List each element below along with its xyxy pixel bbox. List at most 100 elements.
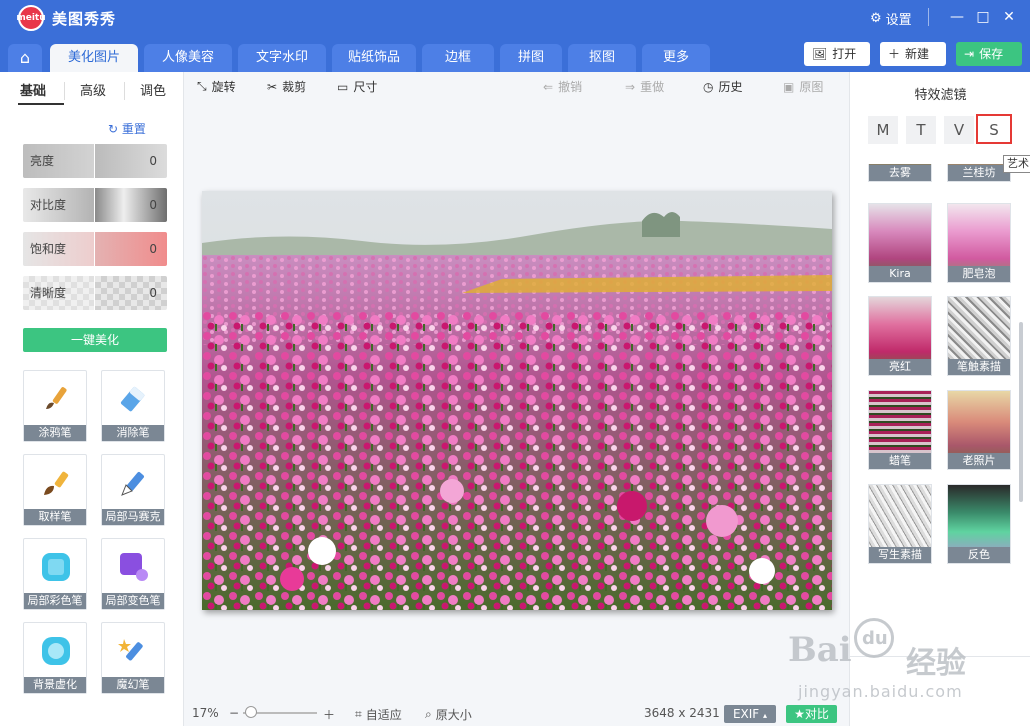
local-color-pen-tool[interactable]: 局部彩色笔: [23, 538, 87, 610]
rotate-button[interactable]: ⤡ 旋转: [197, 78, 236, 95]
crop-label: 裁剪: [282, 80, 307, 94]
filter-label: 兰桂坊: [948, 165, 1010, 181]
title-bar: meitu 美图秀秀 ⚙ 设置 — □ ✕: [0, 0, 1030, 36]
open-label: 打开: [832, 47, 857, 61]
tool-label: 消除笔: [102, 425, 164, 441]
crop-button[interactable]: ✂ 裁剪: [267, 78, 306, 95]
saturation-slider[interactable]: 饱和度 0: [23, 232, 167, 266]
new-button[interactable]: ＋ 新建: [880, 42, 946, 66]
filter-old-photo[interactable]: 老照片: [947, 390, 1011, 470]
tab-collage[interactable]: 拼图: [500, 44, 562, 72]
contrast-slider[interactable]: 对比度 0: [23, 188, 167, 222]
magic-pen-tool[interactable]: 魔幻笔: [101, 622, 165, 694]
tab-portrait[interactable]: 人像美容: [144, 44, 232, 72]
tab-stickers[interactable]: 贴纸饰品: [332, 44, 416, 72]
filter-bright-red[interactable]: 亮红: [868, 296, 932, 376]
fit-button[interactable]: ⌗ 自适应: [355, 706, 402, 723]
one-click-beautify-button[interactable]: 一键美化: [23, 328, 167, 352]
tab-basic[interactable]: 基础: [20, 80, 46, 99]
zoom-in-icon[interactable]: ＋: [323, 706, 335, 723]
filter-kira[interactable]: Kira: [868, 203, 932, 283]
filter-grid: 去雾 兰桂坊 Kira 肥皂泡 亮红 笔触素描 蜡笔 老照片 写生素描 反色: [850, 164, 1030, 656]
filter-dehaze[interactable]: 去雾: [868, 164, 932, 182]
filter-soap-bubble[interactable]: 肥皂泡: [947, 203, 1011, 283]
home-icon[interactable]: ⌂: [8, 44, 42, 72]
sharpness-slider[interactable]: 清晰度 0: [23, 276, 167, 310]
brightness-slider[interactable]: 亮度 0: [23, 144, 167, 178]
app-window: meitu 美图秀秀 ⚙ 设置 — □ ✕ ⌂ 美化图片 人像美容 文字水印 贴…: [0, 0, 1030, 726]
history-button[interactable]: ◷ 历史: [703, 78, 743, 95]
recolor-pen-icon: [120, 553, 148, 581]
logo-text: meitu: [16, 13, 46, 23]
fit-label: 自适应: [365, 708, 402, 722]
scissors-icon: ✂: [267, 79, 278, 94]
filter-stroke-sketch[interactable]: 笔触素描: [947, 296, 1011, 376]
local-mosaic-tool[interactable]: 局部马赛克: [101, 454, 165, 526]
tab-frames[interactable]: 边框: [422, 44, 494, 72]
filter-crayon[interactable]: 蜡笔: [868, 390, 932, 470]
open-button[interactable]: 🖼 打开: [804, 42, 870, 66]
eraser-pen-tool[interactable]: 消除笔: [101, 370, 165, 442]
filter-lankwaifong[interactable]: 兰桂坊: [947, 164, 1011, 182]
doodle-pen-tool[interactable]: 涂鸦笔: [23, 370, 87, 442]
settings-button[interactable]: ⚙ 设置: [870, 9, 912, 28]
tab-cutout[interactable]: 抠图: [568, 44, 636, 72]
filter-scrollbar[interactable]: [1019, 322, 1023, 502]
local-recolor-pen-tool[interactable]: 局部变色笔: [101, 538, 165, 610]
category-m[interactable]: M: [868, 116, 898, 144]
app-title: 美图秀秀: [52, 10, 117, 28]
original-button[interactable]: ▣ 原图: [783, 78, 823, 95]
filter-label: 去雾: [869, 165, 931, 181]
fit-icon: ⌗: [355, 707, 362, 721]
watermark-cn: 经验: [906, 646, 966, 681]
zoom-out-icon[interactable]: −: [229, 706, 239, 720]
rotate-icon: ⤡: [197, 79, 207, 93]
category-v[interactable]: V: [944, 116, 974, 144]
tab-advanced[interactable]: 高级: [80, 80, 106, 99]
magic-pen-icon: [118, 639, 143, 661]
image-icon: 🖼: [812, 47, 828, 61]
tab-text-watermark[interactable]: 文字水印: [238, 44, 326, 72]
filter-label: Kira: [869, 266, 931, 282]
watermark-url: jingyan.baidu.com: [798, 682, 963, 701]
app-logo: meitu: [16, 5, 46, 31]
minimize-icon[interactable]: —: [948, 8, 966, 26]
filter-invert[interactable]: 反色: [947, 484, 1011, 564]
arrow-left-icon: ⇐: [543, 79, 554, 94]
undo-button[interactable]: ⇐ 撤销: [543, 78, 582, 95]
slider-label: 亮度: [23, 144, 95, 178]
edit-toolbar: ⤡ 旋转 ✂ 裁剪 ▭ 尺寸 ⇐ 撤销 ⇒ 重做 ◷ 历史 ▣ 原图: [185, 72, 848, 102]
redo-button[interactable]: ⇒ 重做: [625, 78, 664, 95]
filter-label: 肥皂泡: [948, 266, 1010, 282]
maximize-icon[interactable]: □: [974, 8, 992, 26]
actual-size-button[interactable]: ⌕ 原大小: [425, 706, 472, 723]
slider-value: 0: [149, 198, 157, 212]
reset-button[interactable]: ↻ 重置: [108, 120, 146, 137]
zoom-slider-handle[interactable]: [245, 706, 257, 718]
category-t[interactable]: T: [906, 116, 936, 144]
category-s[interactable]: S: [976, 114, 1012, 144]
watermark-du: du: [862, 628, 888, 649]
slider-handle[interactable]: [94, 144, 95, 178]
tab-more[interactable]: 更多: [642, 44, 710, 72]
gear-icon: ⚙: [870, 11, 882, 26]
tool-label: 魔幻笔: [102, 677, 164, 693]
background-blur-tool[interactable]: 背景虚化: [23, 622, 87, 694]
zoom-level: 17%: [192, 706, 219, 720]
close-icon[interactable]: ✕: [1000, 8, 1018, 26]
clock-icon: ◷: [703, 79, 714, 94]
size-button[interactable]: ▭ 尺寸: [337, 78, 377, 95]
filter-sketch[interactable]: 写生素描: [868, 484, 932, 564]
photo-canvas[interactable]: [202, 191, 832, 610]
slider-handle[interactable]: [94, 276, 95, 310]
rotate-label: 旋转: [211, 80, 236, 94]
sample-pen-tool[interactable]: 取样笔: [23, 454, 87, 526]
tab-color[interactable]: 调色: [140, 80, 166, 99]
exif-button[interactable]: EXIF ▴: [724, 705, 776, 723]
tab-beautify[interactable]: 美化图片: [50, 44, 138, 72]
save-button[interactable]: ⇥ 保存: [956, 42, 1022, 66]
slider-handle[interactable]: [94, 232, 95, 266]
slider-label: 饱和度: [23, 232, 95, 266]
slider-handle[interactable]: [94, 188, 95, 222]
tool-label: 背景虚化: [24, 677, 86, 693]
